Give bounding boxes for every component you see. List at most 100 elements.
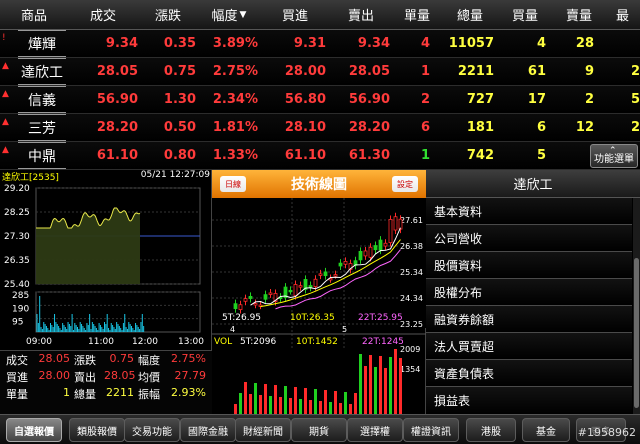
menu-item-price-data[interactable]: 股價資料	[426, 252, 632, 279]
cell-total: 742	[466, 148, 494, 163]
cell-pct: 1.81%	[212, 120, 258, 135]
header-product[interactable]: 商品	[0, 0, 68, 29]
cell-total: 11057	[448, 36, 494, 51]
tab-sector-quotes[interactable]: 類股報價	[69, 418, 125, 442]
menu-scrollbar-thumb[interactable]	[634, 258, 639, 408]
candle-body	[338, 262, 343, 267]
ma-label: 5T:26.95	[222, 313, 261, 323]
stat-value: 0.75	[109, 352, 135, 365]
intraday-chart[interactable]: 29.20 28.25 27.30 26.35 25.40285 190 9509:00 11…	[0, 182, 212, 350]
tab-hk-stocks[interactable]: 港股	[466, 418, 516, 442]
candle-body	[318, 273, 323, 276]
menu-item-income-statement[interactable]: 損益表	[426, 387, 632, 414]
row-marker: !	[2, 33, 6, 43]
menu-scrollbar[interactable]	[633, 198, 640, 414]
volume-bar	[304, 388, 307, 414]
stat-value: 2.75%	[171, 352, 206, 365]
header-tick-volume[interactable]: 單量	[392, 0, 442, 29]
intraday-stats: 成交 28.05 漲跌 0.75 幅度 2.75% 買進 28.00 賣出 28…	[0, 350, 212, 414]
cell-extra: 2	[630, 64, 640, 79]
volume-bar	[234, 404, 237, 414]
quote-row[interactable]: ! 燁輝 9.34 0.35 3.89% 9.31 9.34 4 11057 4 28	[0, 30, 640, 58]
header-bid-volume[interactable]: 買量	[498, 0, 552, 29]
time-tick-label: 13:00	[178, 337, 204, 347]
volume-bar	[379, 356, 382, 414]
function-menu-button[interactable]: ⌃ 功能選單	[590, 144, 638, 168]
tab-news[interactable]: 財經新聞	[235, 418, 291, 442]
stat-value: 1	[63, 386, 70, 399]
candle-body	[248, 295, 253, 299]
header-total-volume[interactable]: 總量	[442, 0, 498, 29]
quote-row[interactable]: ▲ 達欣工 28.05 0.75 2.75% 28.00 28.05 1 2211 61 9 2	[0, 58, 640, 86]
tab-futures[interactable]: 期貨	[291, 418, 347, 442]
header-bid[interactable]: 買進	[260, 0, 330, 29]
quote-row[interactable]: ▲ 三芳 28.20 0.50 1.81% 28.10 28.20 6 181 6 12 2	[0, 114, 640, 142]
stock-name: 三芳	[18, 114, 66, 141]
header-price[interactable]: 成交	[68, 0, 138, 29]
row-marker: ▲	[2, 145, 9, 155]
volume-bar	[254, 383, 257, 414]
header-ask-volume[interactable]: 賣量	[552, 0, 606, 29]
candlestick-chart[interactable]: 27.61 26.38 25.34 24.34 23.25 5T:26.95 10T:26.…	[212, 198, 426, 414]
quote-row[interactable]: ▲ 中鼎 61.10 0.80 1.33% 61.10 61.30 1 742 5	[0, 142, 640, 170]
cell-vol: 4	[420, 36, 430, 51]
cell-change: 0.80	[163, 148, 196, 163]
stock-name: 中鼎	[18, 142, 66, 169]
technical-chart-header: 日線 技術線圖 設定	[212, 170, 426, 198]
volume-bar	[324, 390, 327, 414]
period-daily-button[interactable]: 日線	[220, 176, 246, 192]
candle-body	[383, 242, 388, 247]
tab-options[interactable]: 選擇權	[347, 418, 403, 442]
tab-international[interactable]: 國際金融	[180, 418, 236, 442]
menu-item-shareholding[interactable]: 股權分布	[426, 279, 632, 306]
cell-price: 61.10	[96, 148, 138, 163]
menu-item-institutional[interactable]: 法人買賣超	[426, 333, 632, 360]
chart-settings-button[interactable]: 設定	[392, 176, 418, 192]
volume-bar	[294, 387, 297, 414]
tab-watchlist[interactable]: 自選報價	[6, 418, 62, 442]
volume-bar	[284, 386, 287, 414]
cell-extra: 2	[630, 120, 640, 135]
cell-askvol: 2	[584, 92, 594, 107]
cell-change: 1.30	[163, 92, 196, 107]
cell-price: 28.05	[96, 64, 138, 79]
header-more[interactable]: 最	[616, 0, 640, 29]
cell-pct: 3.89%	[212, 36, 258, 51]
candle-body	[333, 274, 338, 277]
cell-change: 0.75	[163, 64, 196, 79]
volume-bar	[394, 349, 397, 414]
cell-total: 727	[466, 92, 494, 107]
cell-pct: 2.34%	[212, 92, 258, 107]
menu-item-basic-info[interactable]: 基本資料	[426, 198, 632, 225]
stat-label: 總量	[74, 388, 96, 401]
cell-bidvol: 6	[536, 120, 546, 135]
menu-item-margin-balance[interactable]: 融資券餘額	[426, 306, 632, 333]
ma-label: 22T:25.95	[358, 313, 403, 323]
cell-bid: 61.10	[284, 148, 326, 163]
candle-body	[363, 250, 368, 257]
price-tick-label: 25.34	[400, 268, 423, 277]
stat-value: 28.05	[104, 369, 136, 382]
candle-body	[388, 219, 393, 244]
header-ask[interactable]: 賣出	[330, 0, 392, 29]
volume-bar	[334, 391, 337, 414]
tab-warrants[interactable]: 權證資訊	[403, 418, 459, 442]
stock-name: 信義	[18, 86, 66, 113]
stats-row: 成交 28.05 漲跌 0.75 幅度 2.75%	[0, 352, 212, 368]
stat-value: 2.93%	[171, 386, 206, 399]
quote-row[interactable]: ▲ 信義 56.90 1.30 2.34% 56.80 56.90 2 727 17 2 5	[0, 86, 640, 114]
tab-funds[interactable]: 基金	[522, 418, 570, 442]
header-percent[interactable]: 幅度 ▼	[198, 0, 260, 29]
menu-item-revenue[interactable]: 公司營收	[426, 225, 632, 252]
candle-body	[263, 294, 268, 300]
volume-bar	[374, 367, 377, 414]
header-change[interactable]: 漲跌	[138, 0, 198, 29]
candle-body	[323, 271, 328, 277]
volume-bar	[299, 399, 302, 414]
volume-tick-label: 2009	[400, 345, 420, 354]
volume-bar	[259, 395, 262, 414]
menu-item-balance-sheet[interactable]: 資產負債表	[426, 360, 632, 387]
row-marker: ▲	[2, 89, 9, 99]
tab-trading[interactable]: 交易功能	[124, 418, 180, 442]
price-tick-label: 25.40	[4, 280, 30, 290]
